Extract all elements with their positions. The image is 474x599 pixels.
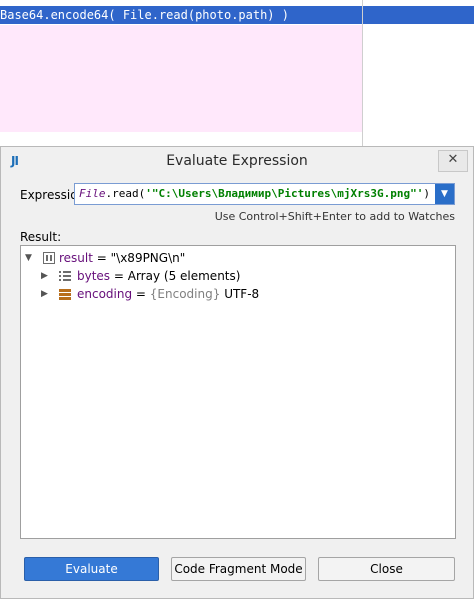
close-button[interactable]: Close (318, 557, 455, 581)
array-icon (59, 271, 71, 281)
dialog-titlebar[interactable]: JI Evaluate Expression ✕ (1, 147, 473, 175)
encoding-name: encoding (77, 287, 133, 301)
tree-row-bytes[interactable]: ▶ bytes = Array (5 elements) (41, 267, 445, 285)
history-dropdown-button[interactable]: ▼ (435, 184, 454, 204)
collapsed-triangle-icon[interactable]: ▶ (41, 285, 48, 303)
dialog-title: Evaluate Expression (166, 153, 308, 169)
encoding-type: {Encoding} (149, 287, 221, 301)
expression-string-token: '"C:\Users\Владимир\Pictures\mjXrs3G.png… (145, 187, 424, 200)
expanded-triangle-icon[interactable]: ▼ (25, 249, 32, 267)
right-margin-guide (362, 0, 363, 148)
result-name: result (59, 251, 93, 265)
tree-row-result[interactable]: ▼ result = "\x89PNG\n" (25, 249, 445, 267)
selected-line-extension (363, 6, 474, 24)
result-tree[interactable]: ▼ result = "\x89PNG\n" ▶ bytes = Array (… (20, 245, 456, 539)
expression-combobox[interactable]: File.read('"C:\Users\Владимир\Pictures\m… (74, 183, 455, 205)
encoding-value: UTF-8 (220, 287, 260, 301)
collapsed-triangle-icon[interactable]: ▶ (41, 267, 48, 285)
bytes-value: Array (5 elements) (127, 269, 241, 283)
selected-code-line[interactable]: Base64.encode64( File.read(photo.path) ) (0, 6, 362, 24)
result-value: "\x89PNG\n" (110, 251, 186, 265)
watches-hint: Use Control+Shift+Enter to add to Watche… (214, 210, 455, 223)
close-icon[interactable]: ✕ (438, 150, 468, 172)
encoding-equals: = (132, 287, 150, 301)
tree-row-encoding[interactable]: ▶ encoding = {Encoding} UTF-8 (41, 285, 445, 303)
expression-class-token: File (79, 187, 106, 200)
result-equals: = (92, 251, 111, 265)
expression-close-token: ) (423, 187, 429, 200)
bytes-name: bytes (77, 269, 111, 283)
bytes-equals: = (110, 269, 128, 283)
evaluate-button[interactable]: Evaluate (24, 557, 159, 581)
object-icon (43, 252, 55, 264)
expression-input[interactable]: File.read('"C:\Users\Владимир\Pictures\m… (79, 186, 429, 202)
field-icon (59, 289, 71, 300)
code-fragment-mode-button[interactable]: Code Fragment Mode (171, 557, 306, 581)
result-label: Result: (20, 230, 62, 244)
editor-highlight-area (0, 25, 362, 132)
chevron-down-icon: ▼ (441, 189, 448, 199)
evaluate-expression-dialog: JI Evaluate Expression ✕ Expression: Fil… (0, 146, 474, 599)
expression-method-token: .read( (105, 187, 146, 200)
code-editor[interactable]: Base64.encode64( File.read(photo.path) ) (0, 0, 474, 148)
